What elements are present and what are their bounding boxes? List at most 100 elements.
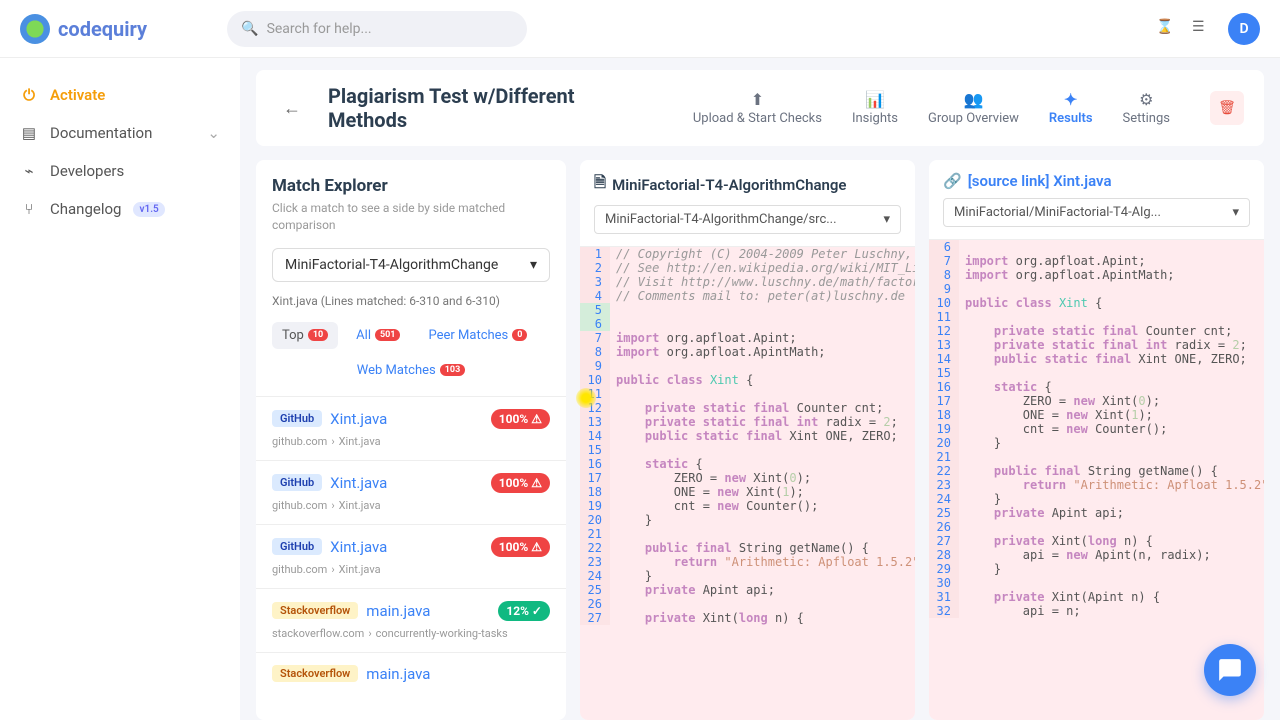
search-icon: 🔍 bbox=[241, 21, 258, 37]
match-item[interactable]: Stackoverflowmain.java bbox=[256, 652, 566, 701]
code-line: 16 static { bbox=[929, 380, 1264, 394]
line-content: static { bbox=[959, 380, 1264, 394]
user-avatar[interactable]: D bbox=[1228, 13, 1260, 45]
code-line: 3// Visit http://www.luschny.de/math/fac… bbox=[580, 275, 915, 289]
sidebar-dev-label: Developers bbox=[50, 162, 124, 180]
line-content: cnt = new Counter(); bbox=[610, 499, 915, 513]
code-line: 13 private static final int radix = 2; bbox=[929, 338, 1264, 352]
line-content: private Apint api; bbox=[610, 583, 915, 597]
file-icon: 🗎 bbox=[594, 172, 606, 197]
page-header: ← Plagiarism Test w/Different Methods ⬆U… bbox=[256, 70, 1264, 146]
code-line: 8import org.apfloat.ApintMath; bbox=[929, 268, 1264, 282]
logo-icon bbox=[20, 14, 50, 44]
code-line: 31 private Xint(Apint n) { bbox=[929, 590, 1264, 604]
dropdown-value: MiniFactorial-T4-AlgorithmChange bbox=[285, 257, 498, 273]
sidebar-developers[interactable]: ⌁ Developers bbox=[0, 152, 240, 190]
code-line: 18 ONE = new Xint(1); bbox=[929, 408, 1264, 422]
code-line: 10public class Xint { bbox=[580, 373, 915, 387]
filter-web[interactable]: Web Matches 103 bbox=[347, 357, 476, 384]
filter-top[interactable]: Top 10 bbox=[272, 322, 338, 349]
line-content: // See http://en.wikipedia.org/wiki/MIT_… bbox=[610, 261, 915, 275]
line-content bbox=[610, 387, 915, 401]
line-number: 11 bbox=[580, 387, 610, 401]
back-button[interactable]: ← bbox=[276, 92, 308, 124]
line-number: 31 bbox=[929, 590, 959, 604]
line-number: 23 bbox=[580, 555, 610, 569]
code-line: 15 bbox=[580, 443, 915, 457]
code-line: 2// See http://en.wikipedia.org/wiki/MIT… bbox=[580, 261, 915, 275]
tab-results[interactable]: ✦Results bbox=[1049, 90, 1093, 126]
path-dropdown-right[interactable]: MiniFactorial/MiniFactorial-T4-Alg... ▾ bbox=[943, 198, 1250, 227]
code-line: 26 bbox=[580, 597, 915, 611]
line-number: 10 bbox=[580, 373, 610, 387]
line-number: 27 bbox=[580, 611, 610, 625]
line-number: 17 bbox=[929, 394, 959, 408]
line-content bbox=[610, 597, 915, 611]
line-content: } bbox=[610, 569, 915, 583]
line-content bbox=[610, 443, 915, 457]
path-dropdown-left[interactable]: MiniFactorial-T4-AlgorithmChange/src... … bbox=[594, 205, 901, 234]
line-number: 22 bbox=[929, 464, 959, 478]
chevron-down-icon: ▾ bbox=[1232, 205, 1239, 220]
line-number: 12 bbox=[580, 401, 610, 415]
sidebar-changelog[interactable]: ⑂ Changelog v1.5 bbox=[0, 190, 240, 228]
filter-peer[interactable]: Peer Matches 0 bbox=[418, 322, 537, 349]
code-line: 26 bbox=[929, 520, 1264, 534]
sidebar-documentation[interactable]: ▤ Documentation ⌄ bbox=[0, 114, 240, 152]
filter-all[interactable]: All 501 bbox=[346, 322, 410, 349]
code-body-left[interactable]: 1// Copyright (C) 2004-2009 Peter Luschn… bbox=[580, 247, 915, 720]
line-content bbox=[610, 527, 915, 541]
code-line: 14 public static final Xint ONE, ZERO; bbox=[580, 429, 915, 443]
explorer-subtitle: Click a match to see a side by side matc… bbox=[272, 200, 550, 234]
match-path: github.com › Xint.java bbox=[272, 563, 550, 576]
tab-insights[interactable]: 📊Insights bbox=[852, 90, 898, 126]
delete-button[interactable]: 🗑 bbox=[1210, 91, 1244, 125]
code-line: 27 private Xint(long n) { bbox=[580, 611, 915, 625]
line-number: 24 bbox=[580, 569, 610, 583]
lines-matched-info: Xint.java (Lines matched: 6-310 and 6-31… bbox=[272, 294, 550, 308]
line-content: } bbox=[959, 562, 1264, 576]
match-item[interactable]: GitHubXint.java100% ⚠github.com › Xint.j… bbox=[256, 460, 566, 524]
code-line: 19 cnt = new Counter(); bbox=[929, 422, 1264, 436]
topbar: codequiry 🔍 Search for help... ⌛ ☰ D bbox=[0, 0, 1280, 58]
code-line: 24 } bbox=[580, 569, 915, 583]
chat-button[interactable] bbox=[1204, 644, 1256, 696]
line-number: 9 bbox=[929, 282, 959, 296]
line-content: } bbox=[959, 436, 1264, 450]
filter-tabs: Top 10 All 501 Peer Matches 0 Web Matche… bbox=[272, 322, 550, 384]
code-line: 7import org.apfloat.Apint; bbox=[580, 331, 915, 345]
sidebar-activate[interactable]: ⏻ Activate bbox=[0, 76, 240, 114]
menu-icon[interactable]: ☰ bbox=[1192, 19, 1212, 39]
source-tag: GitHub bbox=[272, 410, 322, 427]
line-number: 4 bbox=[580, 289, 610, 303]
submission-dropdown[interactable]: MiniFactorial-T4-AlgorithmChange ▾ bbox=[272, 248, 550, 282]
line-number: 13 bbox=[580, 415, 610, 429]
hourglass-icon[interactable]: ⌛ bbox=[1156, 19, 1176, 39]
code-line: 16 static { bbox=[580, 457, 915, 471]
match-item[interactable]: Stackoverflowmain.java12% ✓stackoverflow… bbox=[256, 588, 566, 652]
match-item[interactable]: GitHubXint.java100% ⚠github.com › Xint.j… bbox=[256, 396, 566, 460]
line-number: 14 bbox=[580, 429, 610, 443]
line-content: ONE = new Xint(1); bbox=[610, 485, 915, 499]
line-content: public final String getName() { bbox=[959, 464, 1264, 478]
sidebar-doc-label: Documentation bbox=[50, 124, 152, 142]
brand-logo[interactable]: codequiry bbox=[20, 14, 147, 44]
page-title: Plagiarism Test w/Different Methods bbox=[328, 84, 588, 132]
line-content bbox=[959, 310, 1264, 324]
match-item[interactable]: GitHubXint.java100% ⚠github.com › Xint.j… bbox=[256, 524, 566, 588]
line-content: private static final Counter cnt; bbox=[610, 401, 915, 415]
line-content bbox=[610, 359, 915, 373]
line-content: public class Xint { bbox=[959, 296, 1264, 310]
line-number: 3 bbox=[580, 275, 610, 289]
line-number: 21 bbox=[580, 527, 610, 541]
tab-upload-start-checks[interactable]: ⬆Upload & Start Checks bbox=[693, 90, 822, 126]
search-input[interactable]: 🔍 Search for help... bbox=[227, 11, 527, 47]
tab-group-overview[interactable]: 👥Group Overview bbox=[928, 90, 1019, 126]
code-line: 14 public static final Xint ONE, ZERO; bbox=[929, 352, 1264, 366]
tab-settings[interactable]: ⚙Settings bbox=[1123, 90, 1170, 126]
code-line: 9 bbox=[929, 282, 1264, 296]
line-number: 19 bbox=[580, 499, 610, 513]
line-content: return "Arithmetic: Apfloat 1.5.2"; bbox=[959, 478, 1264, 492]
line-content: private Apint api; bbox=[959, 506, 1264, 520]
source-link[interactable]: [source link] Xint.java bbox=[968, 172, 1112, 190]
